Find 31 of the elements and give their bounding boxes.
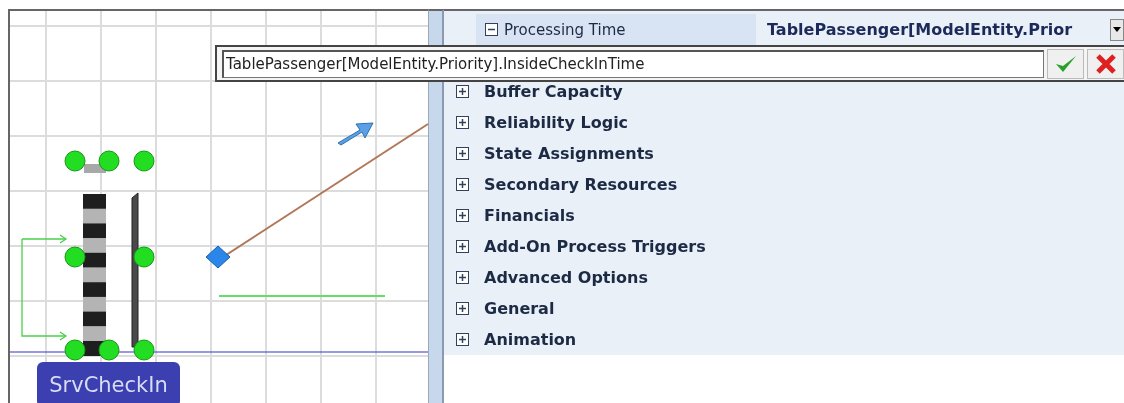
category-label[interactable]: Advanced Options: [484, 268, 648, 287]
check-icon: [1053, 53, 1078, 74]
category-label[interactable]: Buffer Capacity: [484, 82, 623, 101]
expand-icon[interactable]: [456, 209, 469, 222]
category-label[interactable]: Reliability Logic: [484, 113, 629, 132]
category-label[interactable]: State Assignments: [484, 144, 654, 163]
accept-button[interactable]: [1047, 48, 1084, 79]
expand-icon[interactable]: [456, 240, 469, 253]
category-label[interactable]: Financials: [484, 206, 575, 225]
direction-arrow-icon: [337, 122, 374, 146]
expand-icon[interactable]: [456, 85, 469, 98]
expand-icon[interactable]: [456, 147, 469, 160]
close-icon: [1094, 52, 1117, 75]
dropdown-button[interactable]: [1110, 18, 1124, 41]
node-diamond-icon: [205, 245, 231, 269]
property-label: Processing Time: [504, 20, 626, 39]
category-label[interactable]: Add-On Process Triggers: [484, 237, 706, 256]
expand-icon[interactable]: [456, 271, 469, 284]
expand-icon[interactable]: [456, 116, 469, 129]
expression-field[interactable]: TablePassenger[ModelEntity.Priority].InsideCheckInTime: [222, 49, 1044, 78]
object-label[interactable]: SrvCheckIn: [37, 362, 180, 403]
expand-icon[interactable]: [456, 178, 469, 191]
category-label[interactable]: General: [484, 299, 555, 318]
category-label[interactable]: Animation: [484, 330, 577, 349]
expand-icon[interactable]: [456, 333, 469, 346]
property-value[interactable]: TablePassenger[ModelEntity.Prior: [756, 20, 1110, 39]
expand-icon[interactable]: [456, 302, 469, 315]
caret-icon: [1113, 27, 1121, 32]
collapse-icon[interactable]: [485, 23, 498, 36]
category-label[interactable]: Secondary Resources: [484, 175, 678, 194]
cancel-button[interactable]: [1087, 48, 1124, 79]
